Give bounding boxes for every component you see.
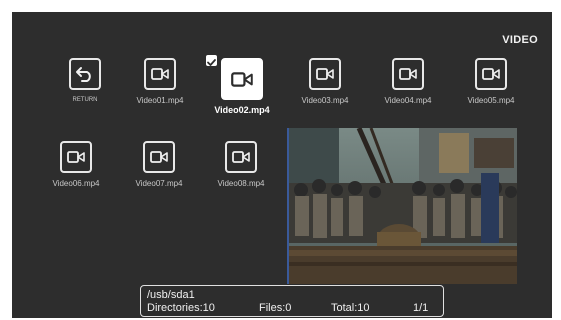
- file-name: Video05.mp4: [467, 96, 515, 105]
- file-name: Video04.mp4: [384, 96, 432, 105]
- file-tile-video01[interactable]: Video01.mp4: [120, 58, 200, 105]
- file-tile-video07[interactable]: Video07.mp4: [119, 141, 199, 188]
- file-tile-video06[interactable]: Video06.mp4: [36, 141, 116, 188]
- directories-count: Directories:10: [147, 302, 215, 314]
- file-name: Video01.mp4: [136, 96, 184, 105]
- file-name: Video02.mp4: [214, 105, 270, 115]
- return-label: RETURN: [72, 97, 98, 103]
- status-bar: /usb/sda1 Directories:10 Files:0 Total:1…: [140, 285, 444, 317]
- video-camera-icon: [60, 141, 92, 173]
- video-camera-icon: [143, 141, 175, 173]
- page-title: VIDEO: [502, 34, 538, 46]
- return-arrow-icon: [69, 58, 101, 90]
- video-camera-icon: [221, 58, 263, 100]
- page-indicator: 1/1: [413, 302, 429, 314]
- video-camera-icon: [475, 58, 507, 90]
- file-tile-video04[interactable]: Video04.mp4: [368, 58, 448, 105]
- media-browser-screen: VIDEO RETURN Video01.mp4 Video02.mp4 Vid…: [12, 12, 552, 318]
- video-camera-icon: [144, 58, 176, 90]
- file-tile-video03[interactable]: Video03.mp4: [285, 58, 365, 105]
- file-name: Video08.mp4: [217, 179, 265, 188]
- video-preview[interactable]: [287, 128, 517, 284]
- video-camera-icon: [392, 58, 424, 90]
- video-camera-icon: [309, 58, 341, 90]
- file-name: Video03.mp4: [301, 96, 349, 105]
- file-name: Video07.mp4: [135, 179, 183, 188]
- preview-frame-image: [289, 128, 517, 284]
- file-name: Video06.mp4: [52, 179, 100, 188]
- file-tile-video05[interactable]: Video05.mp4: [451, 58, 531, 105]
- total-count: Total:10: [331, 302, 370, 314]
- file-tile-video02[interactable]: Video02.mp4: [202, 58, 282, 115]
- return-tile[interactable]: RETURN: [45, 58, 125, 103]
- current-path: /usb/sda1: [147, 289, 195, 301]
- files-count: Files:0: [259, 302, 292, 314]
- video-camera-icon: [225, 141, 257, 173]
- file-tile-video08[interactable]: Video08.mp4: [201, 141, 281, 188]
